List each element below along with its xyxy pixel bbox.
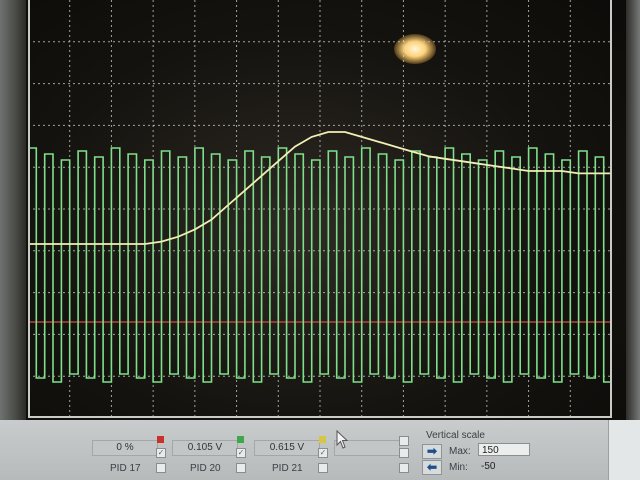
channel2-color-swatch xyxy=(237,436,244,443)
channel3-extra-checkbox[interactable] xyxy=(318,463,328,473)
channel2-extra-checkbox[interactable] xyxy=(236,463,246,473)
monitor-bezel-right xyxy=(626,0,640,430)
series-green-line xyxy=(28,147,612,383)
channel1-checkbox[interactable]: ✓ xyxy=(156,448,166,458)
channel1-extra-checkbox[interactable] xyxy=(156,463,166,473)
min-label: Min: xyxy=(449,462,468,473)
channel3-label: PID 21 xyxy=(272,463,303,474)
channel2-value: 0.105 V xyxy=(172,440,238,456)
channel2-checkbox[interactable]: ✓ xyxy=(236,448,246,458)
channel3-value: 0.615 V xyxy=(254,440,320,456)
channel4-sub-checkbox[interactable] xyxy=(399,448,409,458)
max-input[interactable]: 150 xyxy=(478,443,530,456)
channel3-color-swatch xyxy=(319,436,326,443)
status-bar: 0 % PID 17 ✓ 0.105 V PID 20 ✓ 0.615 V PI… xyxy=(0,420,640,480)
min-input[interactable]: -50 xyxy=(478,460,530,473)
channel3-checkbox[interactable]: ✓ xyxy=(318,448,328,458)
monitor-bezel-left xyxy=(0,0,26,430)
vertical-scale-title: Vertical scale xyxy=(426,430,485,441)
channel1-color-swatch xyxy=(157,436,164,443)
waveform-plot xyxy=(28,0,612,418)
plot-series xyxy=(28,131,612,383)
scale-down-arrow-icon[interactable]: ⬅ xyxy=(422,460,442,475)
mouse-cursor-icon xyxy=(336,430,349,449)
channel4-extra-checkbox[interactable] xyxy=(399,463,409,473)
window-right-edge xyxy=(608,420,640,480)
channel1-value: 0 % xyxy=(92,440,158,456)
scale-up-arrow-icon[interactable]: ➡ xyxy=(422,444,442,459)
channel4-checkbox[interactable] xyxy=(399,436,409,446)
channel2-label: PID 20 xyxy=(190,463,221,474)
channel1-label: PID 17 xyxy=(110,463,141,474)
max-label: Max: xyxy=(449,446,471,457)
